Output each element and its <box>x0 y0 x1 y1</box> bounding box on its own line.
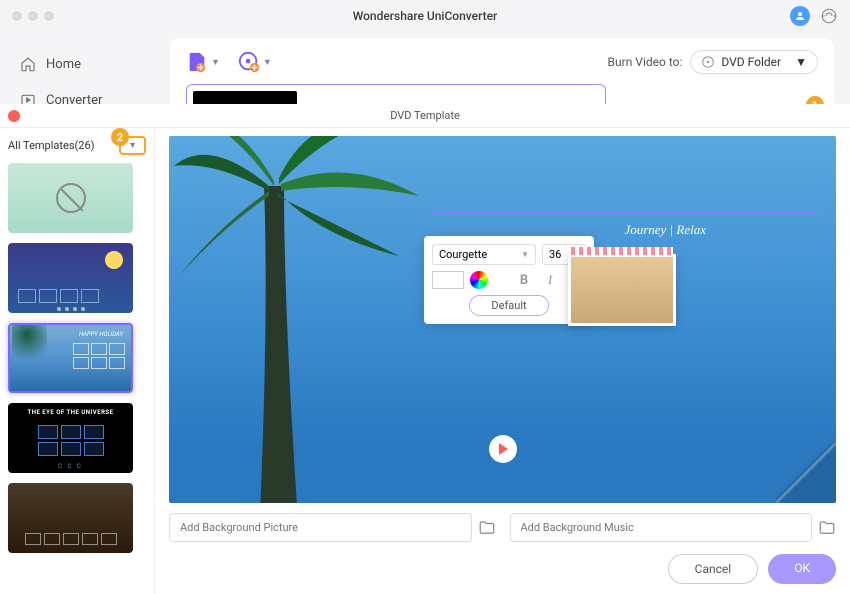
template-thumb-4[interactable]: THE EYE OF THE UNIVERSE C C C <box>8 403 133 473</box>
bg-music-input[interactable] <box>510 513 813 542</box>
cancel-button[interactable]: Cancel <box>668 554 759 584</box>
app-title: Wondershare UniConverter <box>353 9 498 23</box>
default-button[interactable]: Default <box>469 295 549 316</box>
window-controls[interactable] <box>12 11 54 21</box>
nav-home[interactable]: Home <box>0 46 160 82</box>
template-filter-dropdown[interactable]: 2 ▼ <box>119 136 146 155</box>
burn-label: Burn Video to: <box>608 55 683 69</box>
editor-area: Journey | Relax Courgette▼ 36▼ <box>155 128 850 594</box>
italic-button[interactable]: I <box>540 272 560 288</box>
add-disc-button[interactable]: ▼ <box>238 51 272 73</box>
burn-target-select[interactable]: DVD Folder ▼ <box>690 50 818 74</box>
folder-icon[interactable] <box>478 519 496 537</box>
template-thumb-3[interactable]: HAPPY HOLIDAY <box>8 323 133 393</box>
color-picker-icon[interactable] <box>470 271 488 289</box>
close-button[interactable] <box>8 110 20 122</box>
add-file-button[interactable]: ▼ <box>186 51 220 73</box>
blocked-icon <box>56 183 86 213</box>
modal-header: DVD Template <box>0 104 850 128</box>
folder-icon[interactable] <box>818 519 836 537</box>
bold-button[interactable]: B <box>514 273 534 288</box>
preview-canvas[interactable]: Journey | Relax Courgette▼ 36▼ <box>169 136 836 503</box>
template-list: All Templates(26) 2 ▼ HAPPY HOLIDAY THE … <box>0 128 155 594</box>
corner-decoration <box>776 443 836 503</box>
play-button[interactable] <box>489 435 517 463</box>
color-swatch[interactable] <box>432 271 464 289</box>
title-textbox[interactable] <box>433 171 818 213</box>
nav-home-label: Home <box>46 57 81 72</box>
template-thumb-1[interactable] <box>8 163 133 233</box>
chevron-down-icon: ▼ <box>211 57 220 68</box>
ok-button[interactable]: OK <box>768 554 836 584</box>
template-thumb-5[interactable] <box>8 483 133 553</box>
font-select[interactable]: Courgette▼ <box>432 244 536 265</box>
disc-icon <box>701 55 715 69</box>
toolbar: ▼ ▼ Burn Video to: DVD Folder ▼ <box>186 50 818 74</box>
burn-target-label: DVD Folder <box>721 55 781 69</box>
modal-title: DVD Template <box>390 109 460 122</box>
template-filter-label: All Templates(26) <box>8 139 94 152</box>
template-thumb-2[interactable] <box>8 243 133 313</box>
step-badge-2: 2 <box>111 128 129 146</box>
titlebar: Wondershare UniConverter <box>0 0 850 32</box>
chevron-down-icon: ▼ <box>795 55 807 69</box>
chapter-thumbnail[interactable] <box>568 254 676 326</box>
account-icon[interactable] <box>790 6 810 26</box>
chevron-down-icon: ▼ <box>263 57 272 68</box>
palm-tree-graphic <box>169 136 449 503</box>
dvd-template-modal: DVD Template All Templates(26) 2 ▼ HAPPY… <box>0 104 850 594</box>
bg-picture-input[interactable] <box>169 513 472 542</box>
subtitle-text: Journey | Relax <box>624 222 706 238</box>
support-icon[interactable] <box>820 7 838 25</box>
